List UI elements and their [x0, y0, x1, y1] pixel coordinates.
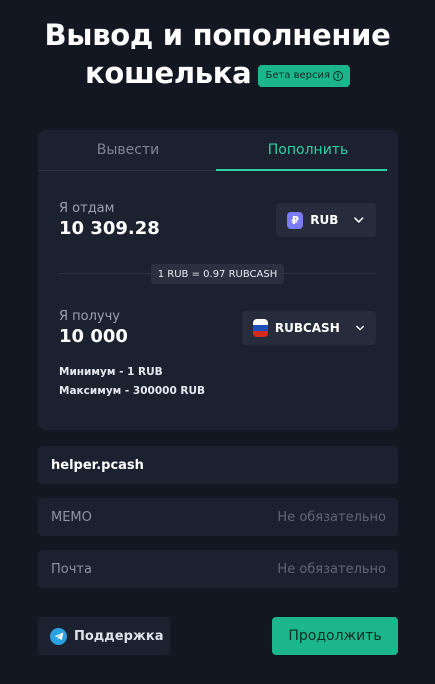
receive-amount[interactable]: 10 000 — [59, 326, 128, 347]
russia-flag-icon — [253, 319, 268, 337]
receive-currency-select[interactable]: RUBCASH — [242, 311, 376, 345]
beta-badge: Бета версия ! — [258, 65, 351, 87]
page-title: Вывод и пополнение кошелька Бета версия … — [0, 16, 435, 92]
max-limit: Максимум - 300000 RUB — [59, 385, 206, 397]
receive-currency-label: RUBCASH — [274, 321, 340, 335]
chevron-down-icon — [354, 217, 364, 223]
tab-bar: Вывести Пополнить — [38, 130, 398, 170]
account-value: helper.pcash — [51, 457, 144, 473]
give-currency-select[interactable]: ₽ RUB — [276, 203, 376, 237]
title-line-1: Вывод и пополнение — [44, 18, 391, 52]
ruble-icon: ₽ — [287, 211, 304, 229]
exchange-rate: 1 RUB = 0.97 RUBCASH — [151, 264, 284, 284]
exchange-card: Вывести Пополнить Я отдам 10 309.28 ₽ RU… — [38, 130, 398, 430]
memo-placeholder: Не обязательно — [277, 509, 386, 525]
give-label: Я отдам — [59, 201, 115, 216]
email-label: Почта — [51, 561, 92, 577]
email-placeholder: Не обязательно — [277, 561, 386, 577]
support-button[interactable]: Поддержка — [38, 617, 170, 655]
continue-button[interactable]: Продолжить — [272, 617, 398, 655]
beta-badge-label: Бета версия — [265, 70, 331, 81]
give-currency-label: RUB — [310, 213, 339, 227]
receive-label: Я получу — [59, 309, 120, 324]
email-field[interactable]: Почта Не обязательно — [38, 550, 398, 588]
title-line-2: кошелька — [84, 56, 252, 90]
memo-label: MEMO — [51, 509, 92, 525]
title-line-2-row: кошелька Бета версия ! — [84, 54, 351, 92]
support-label: Поддержка — [74, 628, 164, 644]
active-tab-indicator — [216, 169, 387, 171]
min-limit: Минимум - 1 RUB — [59, 366, 163, 378]
telegram-icon — [50, 627, 67, 645]
give-amount[interactable]: 10 309.28 — [59, 218, 160, 239]
memo-field[interactable]: MEMO Не обязательно — [38, 498, 398, 536]
info-icon[interactable]: ! — [333, 71, 344, 81]
tab-withdraw[interactable]: Вывести — [38, 130, 218, 170]
account-field[interactable]: helper.pcash — [38, 446, 398, 484]
chevron-down-icon — [355, 325, 364, 331]
tab-deposit[interactable]: Пополнить — [218, 130, 398, 170]
